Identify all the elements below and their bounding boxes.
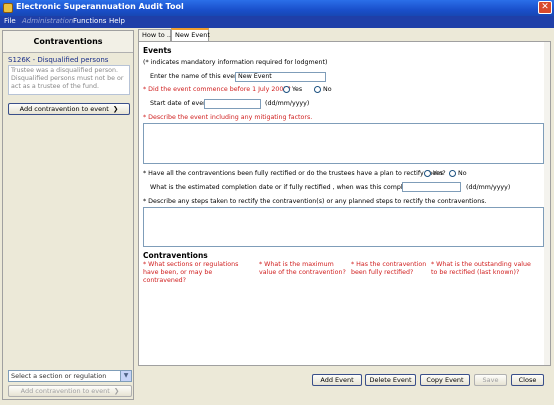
select-placeholder: Select a section or regulation [11, 372, 107, 380]
events-title: Events [143, 46, 172, 55]
col-sections: * What sections or regulations have been… [143, 261, 239, 284]
commence-no-radio[interactable] [314, 86, 321, 93]
chevron-down-icon[interactable]: ▼ [120, 371, 131, 381]
describe-event-label: * Describe the event including any mitig… [143, 114, 313, 121]
add-contravention-disabled-button: Add contravention to event ❯ [8, 385, 132, 397]
tab-how-to[interactable]: How to ... [138, 29, 173, 41]
contravention-item-title[interactable]: S126K - Disqualified persons [8, 56, 128, 64]
contraventions-header: Contraventions [3, 31, 133, 53]
rectified-question: * Have all the contraventions been fully… [143, 170, 446, 177]
copy-event-button[interactable]: Copy Event [420, 374, 470, 386]
close-window-button[interactable]: ✕ [538, 1, 552, 14]
chevron-right-icon: ❯ [111, 387, 120, 395]
rectified-yes-label: Yes [433, 170, 444, 177]
title-bar: Electronic Superannuation Audit Tool ✕ [0, 0, 554, 16]
chevron-right-icon: ❯ [110, 105, 119, 113]
col-fully-rectified: * Has the contravention been fully recti… [351, 261, 427, 276]
window-title: Electronic Superannuation Audit Tool [16, 2, 184, 11]
start-date-input[interactable] [204, 99, 261, 109]
app-icon [3, 3, 13, 13]
completion-date-input[interactable] [402, 182, 461, 192]
menu-help[interactable]: Help [109, 17, 125, 25]
rectified-no-radio[interactable] [449, 170, 456, 177]
menu-functions[interactable]: Functions [73, 17, 106, 25]
contraventions-panel: Contraventions S126K - Disqualified pers… [2, 30, 134, 400]
commence-no-label: No [323, 86, 332, 93]
add-event-button[interactable]: Add Event [312, 374, 362, 386]
menu-file[interactable]: File [4, 17, 16, 25]
add-contravention-label: Add contravention to event [19, 105, 109, 113]
describe-event-textarea[interactable] [143, 123, 544, 164]
col-outstanding-value: * What is the outstanding value to be re… [431, 261, 531, 276]
rectified-no-label: No [458, 170, 467, 177]
save-button: Save [474, 374, 507, 386]
completion-date-label: What is the estimated completion date or… [150, 184, 421, 191]
steps-label: * Describe any steps taken to rectify th… [143, 198, 487, 205]
commence-yes-label: Yes [292, 86, 303, 93]
mandatory-note: (* indicates mandatory information requi… [143, 59, 328, 66]
event-name-label: Enter the name of this event [150, 73, 241, 80]
contraventions-title: Contraventions [143, 251, 208, 260]
rectified-yes-radio[interactable] [424, 170, 431, 177]
commence-question: * Did the event commence before 1 July 2… [143, 86, 291, 93]
form-scrollbar[interactable] [544, 42, 550, 365]
section-regulation-select[interactable]: Select a section or regulation ▼ [8, 370, 132, 382]
completion-date-format: (dd/mm/yyyy) [466, 184, 511, 191]
start-date-label: Start date of event [150, 100, 210, 107]
contravention-item-description: Trustee was a disqualified person. Disqu… [8, 65, 130, 95]
action-bar: Add Event Delete Event Copy Event Save C… [138, 367, 551, 400]
add-contravention-button[interactable]: Add contravention to event ❯ [8, 103, 130, 115]
add-contravention-disabled-label: Add contravention to event [20, 387, 110, 395]
start-date-format: (dd/mm/yyyy) [265, 100, 310, 107]
commence-yes-radio[interactable] [283, 86, 290, 93]
event-name-input[interactable]: New Event [235, 72, 326, 82]
event-form: Events (* indicates mandatory informatio… [138, 41, 551, 366]
delete-event-button[interactable]: Delete Event [365, 374, 416, 386]
close-button[interactable]: Close [511, 374, 544, 386]
col-max-value: * What is the maximum value of the contr… [259, 261, 346, 276]
tab-new-event[interactable]: New Event [171, 28, 210, 41]
menu-bar: File Administration Functions Help [0, 16, 554, 28]
menu-administration: Administration [22, 17, 74, 25]
steps-textarea[interactable] [143, 207, 544, 247]
